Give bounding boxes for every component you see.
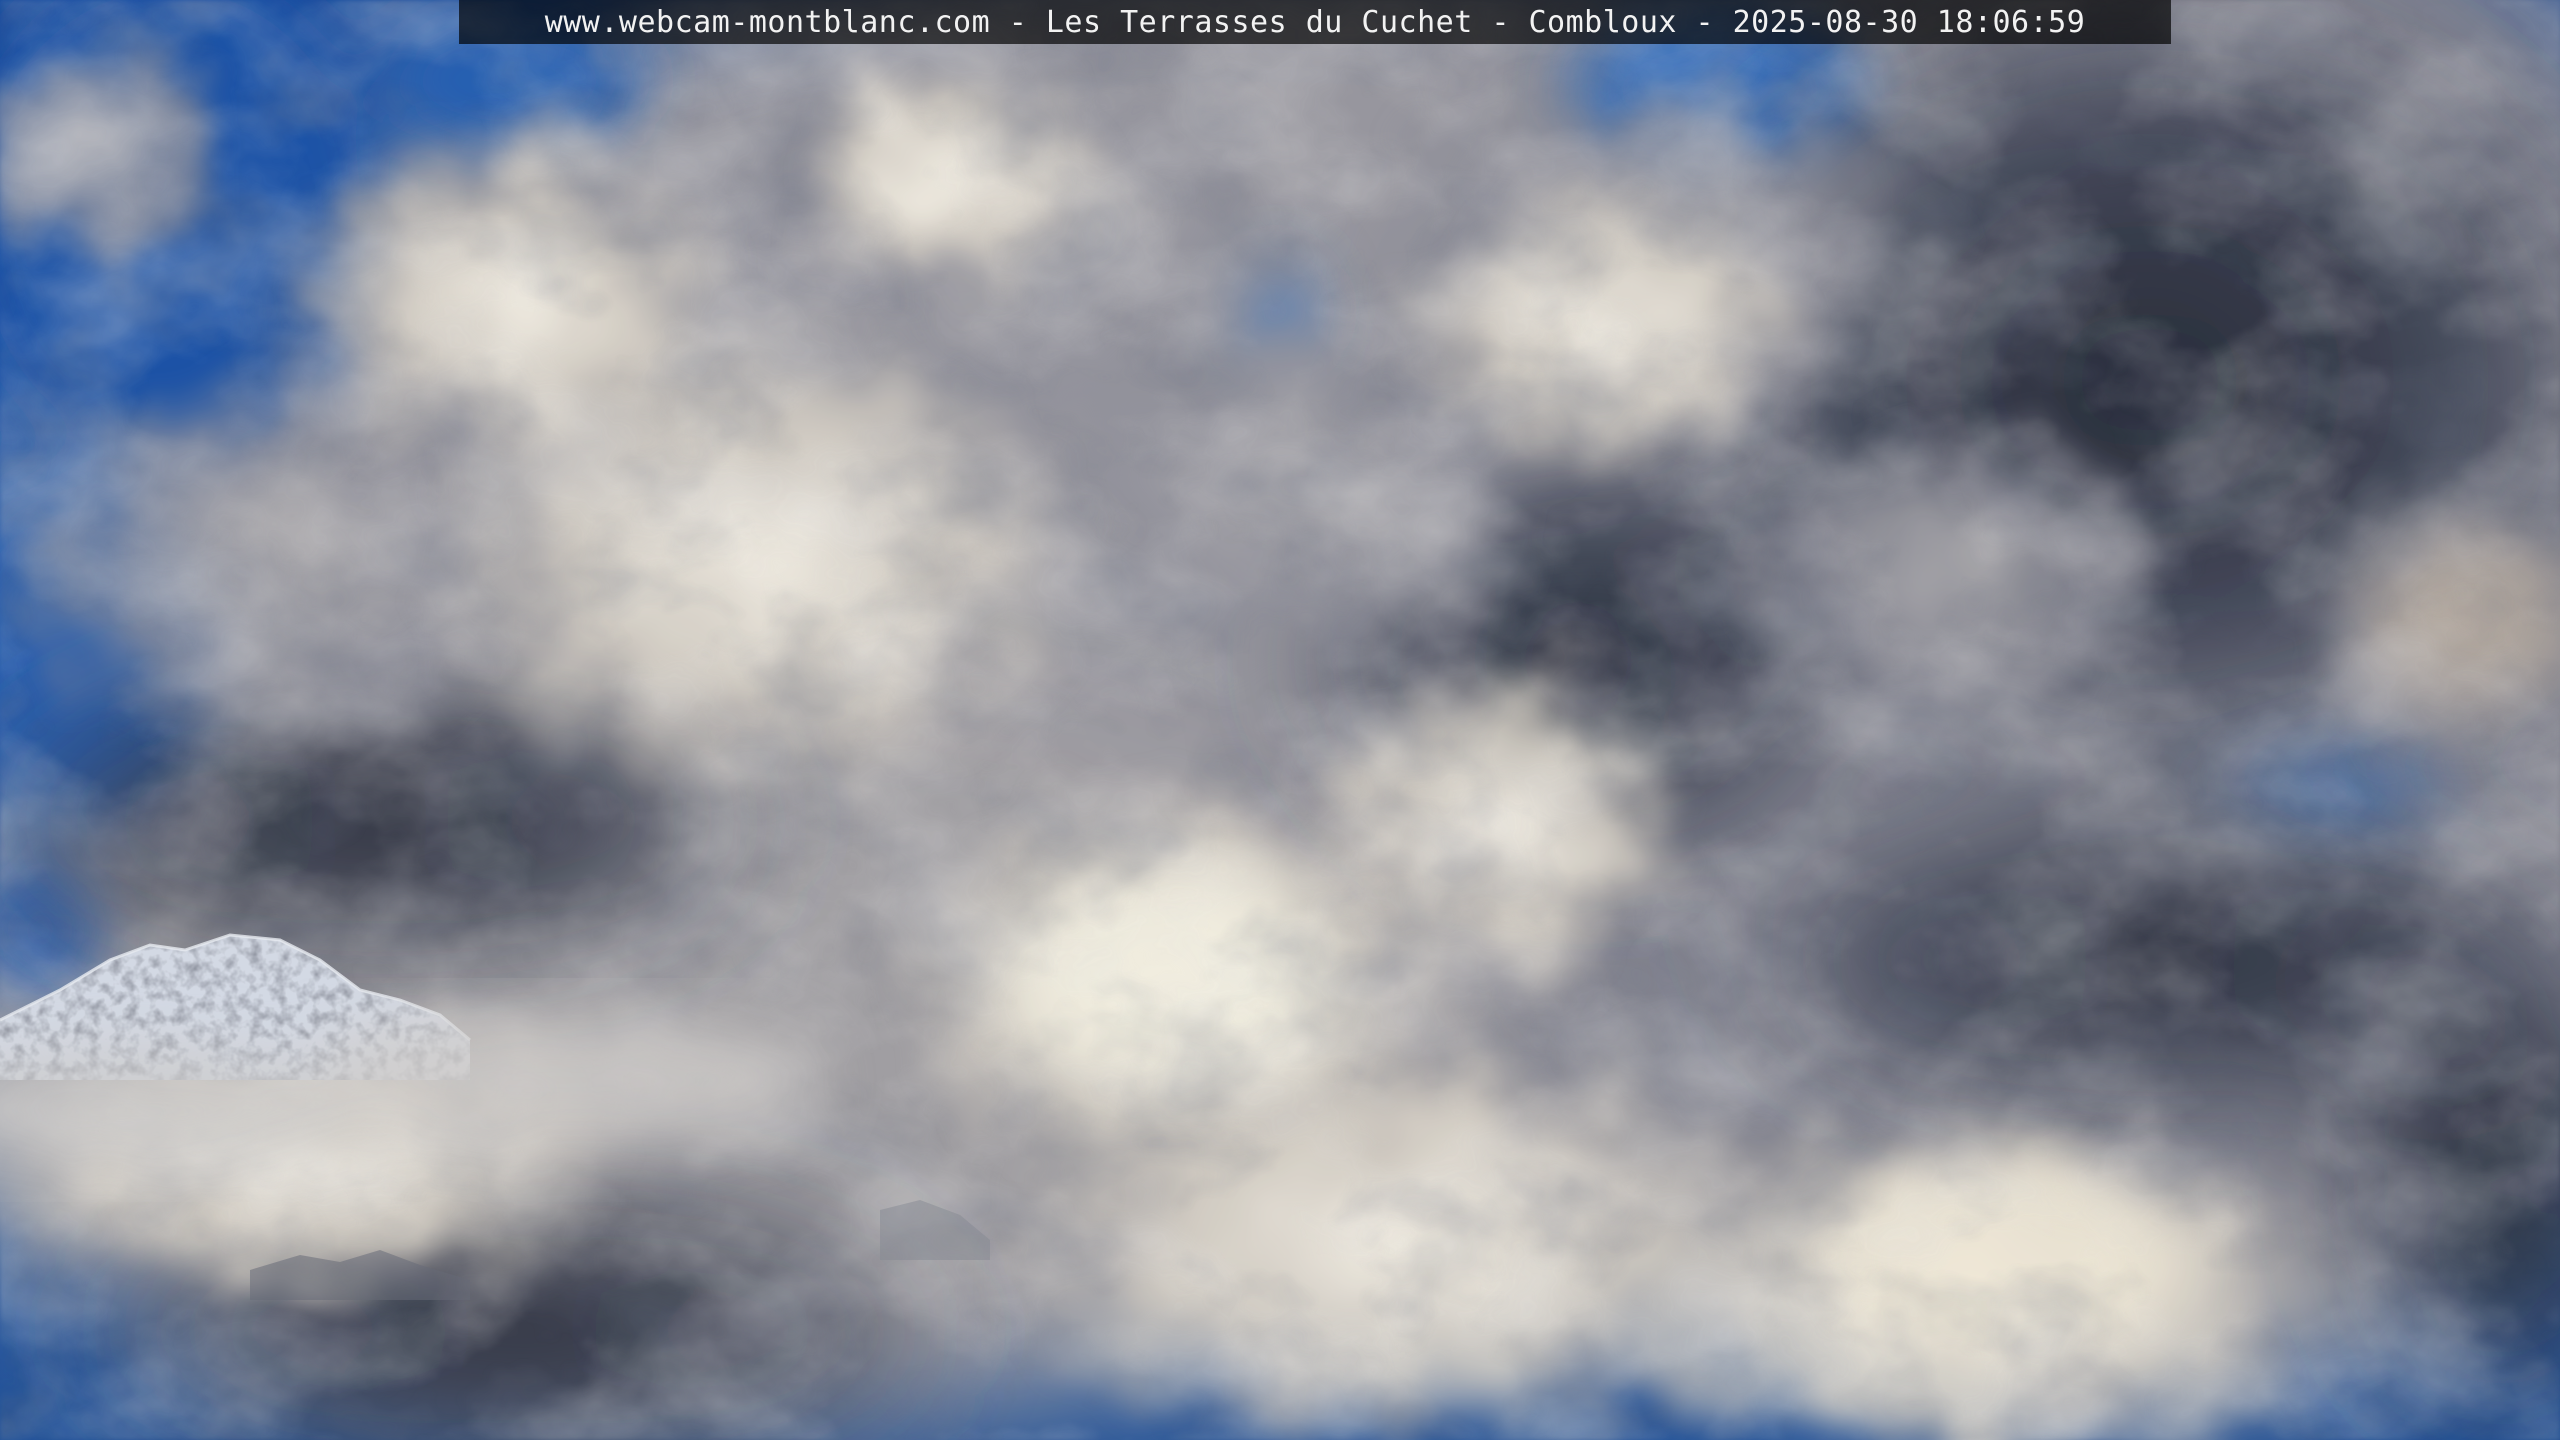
webcam-image (0, 0, 2560, 1440)
webcam-caption: www.webcam-montblanc.com - Les Terrasses… (544, 4, 2086, 40)
webcam-caption-bar: www.webcam-montblanc.com - Les Terrasses… (459, 0, 2171, 44)
cloud-sky-scene (0, 0, 2560, 1440)
